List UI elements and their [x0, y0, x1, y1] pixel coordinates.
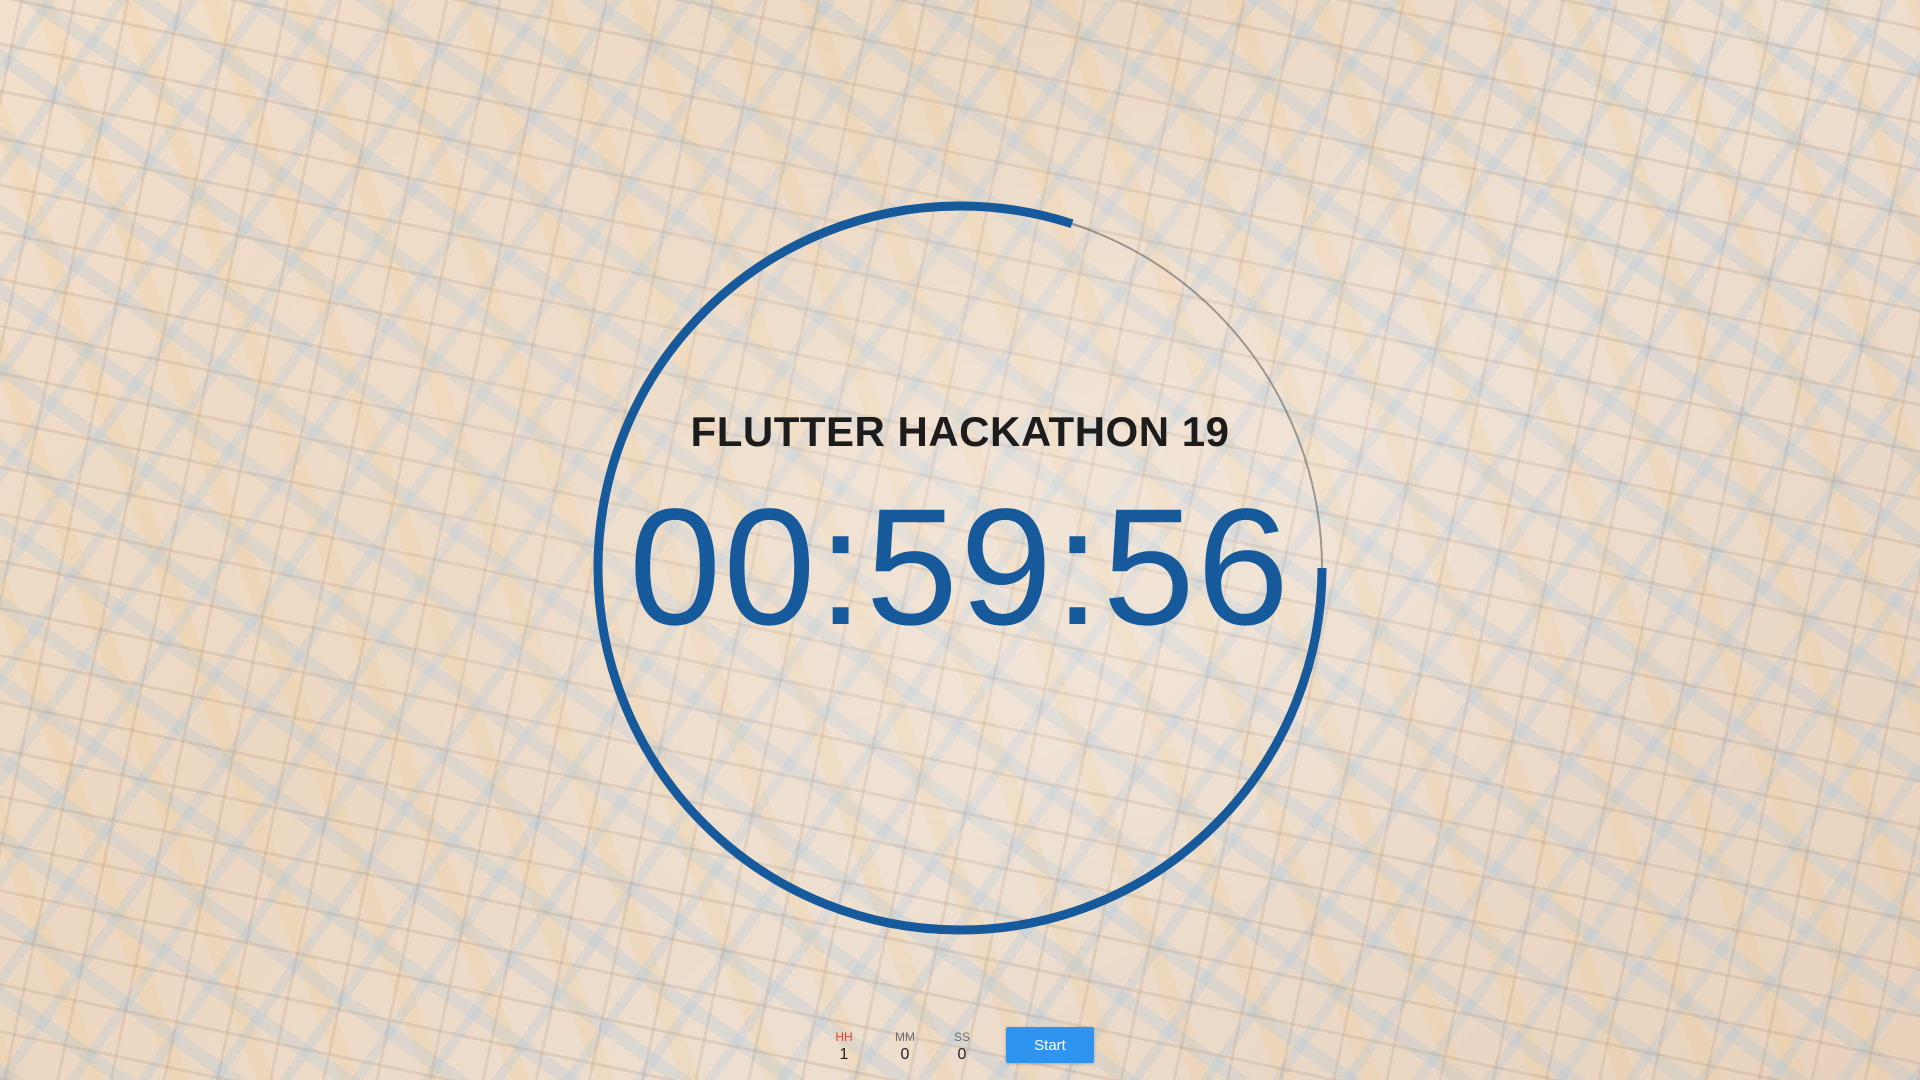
hours-field: HH [824, 1030, 864, 1064]
event-title: FLUTTER HACKATHON 19 [690, 408, 1230, 455]
seconds-input[interactable] [942, 1046, 982, 1064]
timer-controls: HH MM SS [0, 1030, 1920, 1070]
hours-input[interactable] [824, 1046, 864, 1064]
minutes-field: MM [885, 1030, 925, 1064]
minutes-input[interactable] [885, 1046, 925, 1064]
timer-app: FLUTTER HACKATHON 19 00:59:56 HH MM SS S… [0, 0, 1920, 1080]
minutes-label: MM [895, 1030, 915, 1044]
hours-label: HH [835, 1030, 853, 1044]
start-button[interactable]: Start [1006, 1027, 1094, 1063]
seconds-label: SS [953, 1030, 970, 1044]
countdown-display: 00:59:56 [628, 475, 1292, 660]
seconds-field: SS [942, 1030, 982, 1064]
